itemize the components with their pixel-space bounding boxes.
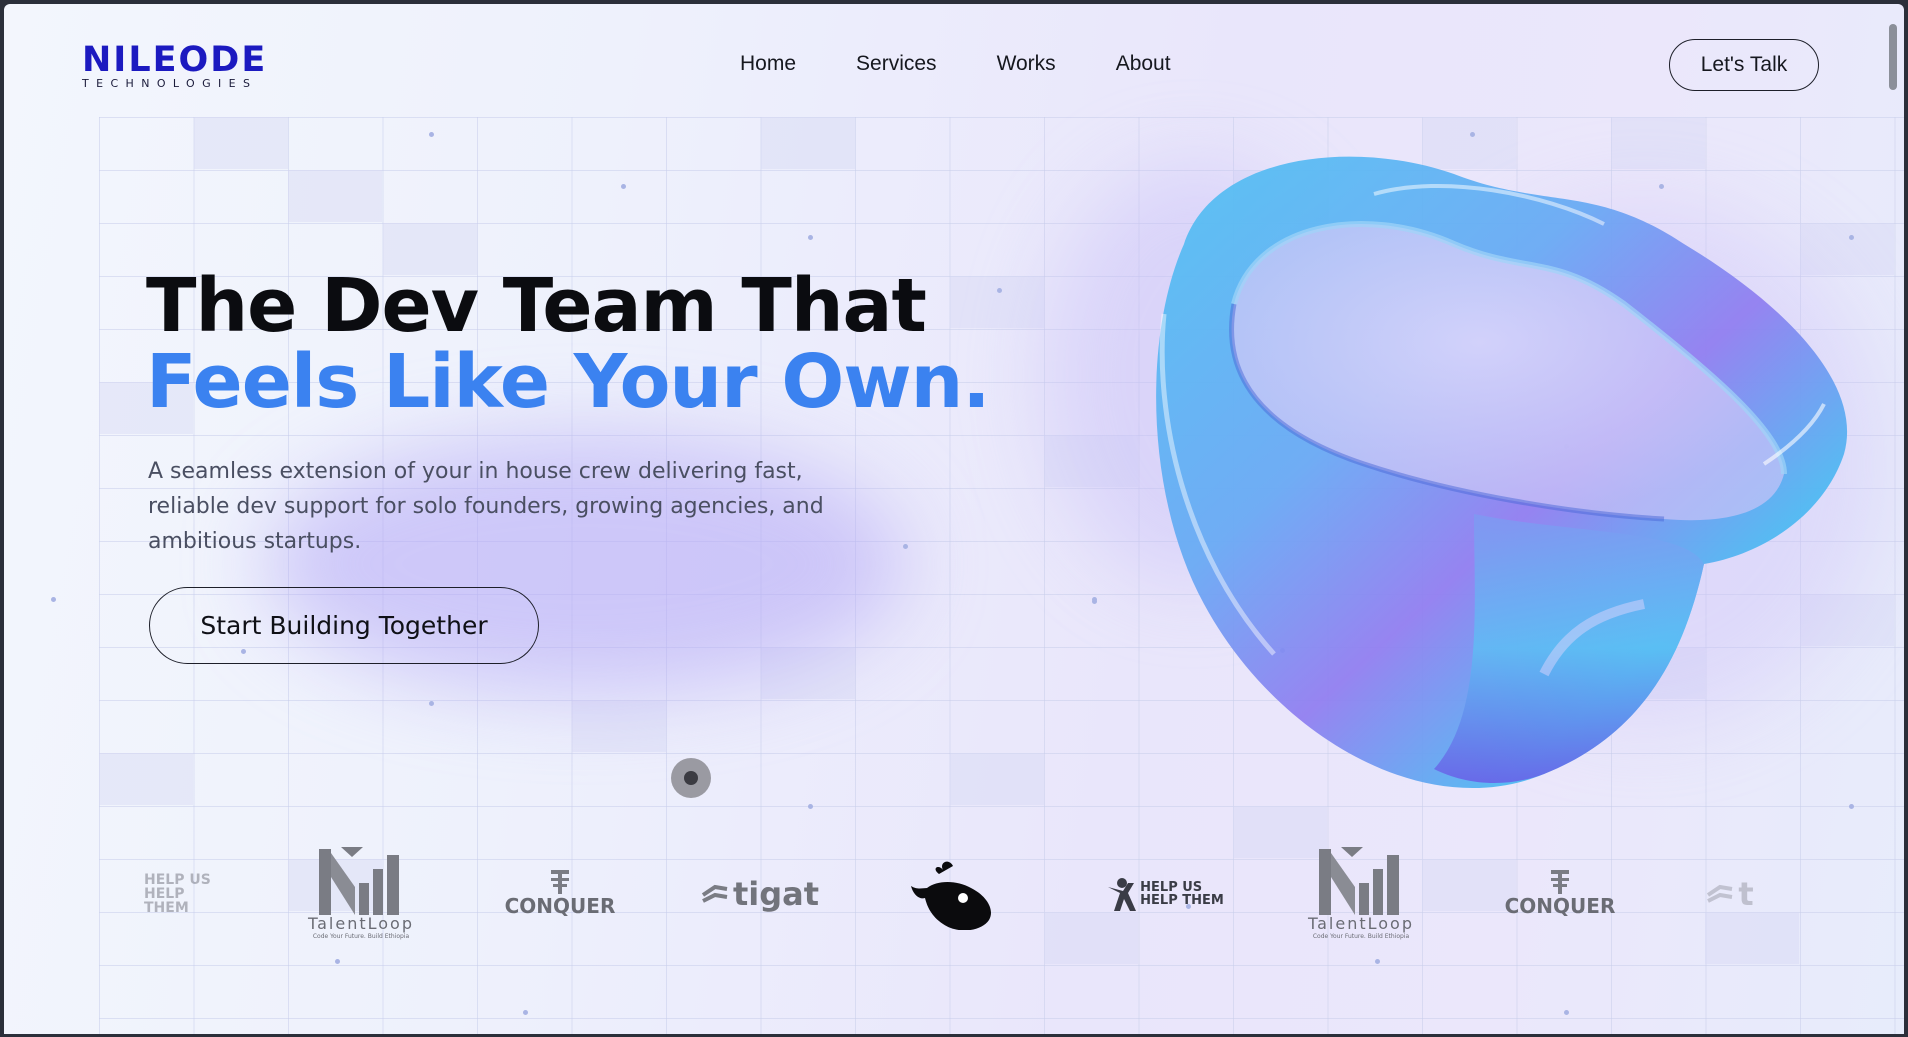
tigat-logo: t [1700, 839, 1760, 949]
logo-text: TalentLoop [308, 914, 414, 933]
talentloop-logo: TalentLoop Code Your Future. Build Ethio… [296, 839, 426, 949]
scroll-indicator-icon[interactable] [671, 758, 711, 798]
lets-talk-button[interactable]: Let's Talk [1669, 39, 1819, 91]
glass-ring-illustration [1124, 134, 1864, 794]
hero-title-line1: The Dev Team That [146, 263, 927, 349]
logo-text: CONQUER [1504, 894, 1616, 918]
tigat-mark-icon [1707, 884, 1733, 903]
nav-works[interactable]: Works [997, 52, 1056, 76]
scrollbar-thumb[interactable] [1889, 24, 1897, 90]
hero-description: A seamless extension of your in house cr… [148, 454, 868, 559]
help-us-person-icon [1108, 878, 1137, 911]
logo-subtext: Code Your Future. Build Ethiopia [1312, 933, 1410, 940]
logo-text: HELP US [144, 872, 211, 888]
help-us-help-them-logo: HELP US HELP THEM [1106, 839, 1224, 949]
site-header: NILEODE TECHNOLOGIES Home Services Works… [4, 4, 1904, 117]
logo-tagline: TECHNOLOGIES [82, 77, 258, 90]
talentloop-mark-icon [319, 847, 399, 915]
nav-about[interactable]: About [1116, 52, 1171, 76]
hero-title-line2: Feels Like Your Own. [146, 339, 990, 425]
client-logos-strip: HELP US HELP THEM TalentLoop Code Your F… [4, 839, 1904, 959]
whale-icon [911, 861, 991, 930]
logo-text: HELP THEM [144, 886, 189, 916]
logo-text: TalentLoop [1308, 914, 1414, 933]
hero-description-line: ambitious startups. [148, 529, 362, 554]
conquer-logo: CONQUER [1504, 839, 1616, 949]
logo-text: tigat [732, 875, 820, 913]
logo-text: HELP THEM [1140, 893, 1224, 908]
talentloop-mark-icon [1319, 847, 1399, 915]
logo-subtext: Code Your Future. Build Ethiopia [312, 933, 410, 940]
conquer-logo: CONQUER [504, 839, 616, 949]
whale-logo [909, 839, 999, 949]
talentloop-logo: TalentLoop Code Your Future. Build Ethio… [1296, 839, 1426, 949]
tigat-logo: tigat [700, 839, 820, 949]
page-viewport: NILEODE TECHNOLOGIES Home Services Works… [4, 4, 1904, 1034]
page-scrollbar[interactable] [1886, 10, 1900, 1034]
nileode-logo[interactable]: NILEODE TECHNOLOGIES [82, 42, 267, 90]
hero-description-line: reliable dev support for solo founders, … [148, 494, 824, 519]
conquer-crest-icon [551, 870, 569, 894]
nav-home[interactable]: Home [740, 52, 796, 76]
logo-text: t [1738, 875, 1754, 913]
main-nav: Home Services Works About [740, 52, 1231, 76]
logo-wordmark: NILEODE [82, 40, 268, 80]
logo-text: CONQUER [504, 894, 616, 918]
hero-description-line: A seamless extension of your in house cr… [148, 459, 803, 484]
help-us-help-them-logo: HELP US HELP THEM [144, 839, 234, 949]
tigat-mark-icon [701, 884, 728, 903]
start-building-button[interactable]: Start Building Together [149, 587, 539, 664]
nav-services[interactable]: Services [856, 52, 937, 76]
hero-heading: The Dev Team That Feels Like Your Own. [146, 263, 990, 425]
conquer-crest-icon [1551, 870, 1569, 894]
